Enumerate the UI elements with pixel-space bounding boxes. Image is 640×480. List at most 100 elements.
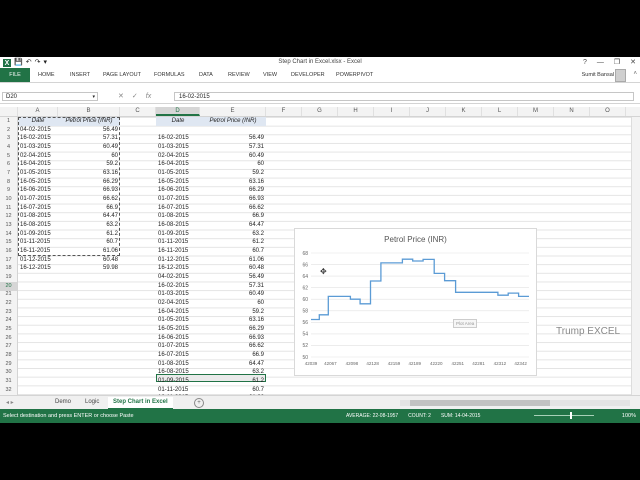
row-header[interactable]: 14 (0, 230, 17, 239)
table-d-date-cell[interactable]: 16-08-2015 (156, 368, 200, 377)
stat-sum[interactable]: SUM: 14-04-2015 (441, 412, 480, 420)
table-a-price-cell[interactable]: 60.7 (58, 238, 120, 247)
table-d-header-date[interactable]: Date (156, 117, 200, 126)
table-d-date-cell[interactable]: 16-05-2015 (156, 178, 200, 187)
table-d-price-cell[interactable]: 61.2 (200, 238, 266, 247)
insert-function-icon[interactable]: fx (146, 92, 151, 102)
table-d-date-cell[interactable]: 16-07-2015 (156, 204, 200, 213)
table-d-date-cell[interactable]: 01-07-2015 (156, 195, 200, 204)
row-header[interactable]: 29 (0, 360, 17, 369)
column-header[interactable]: I (374, 107, 410, 116)
sheet-tab-logic[interactable]: Logic (80, 397, 104, 408)
add-sheet-button[interactable]: + (194, 398, 204, 408)
table-d-date-cell[interactable]: 01-05-2015 (156, 316, 200, 325)
table-a-price-cell[interactable]: 64.47 (58, 212, 120, 221)
zoom-level[interactable]: 100% (622, 412, 636, 420)
table-d-date-cell[interactable]: 04-02-2015 (156, 273, 200, 282)
avatar[interactable] (615, 69, 626, 82)
worksheet-grid[interactable]: A B C D E F G H I J K L M N O 1234567891… (0, 107, 640, 403)
table-a-date-cell[interactable]: 16-08-2015 (18, 221, 58, 230)
table-a-header-price[interactable]: Petrol Price (INR) (58, 117, 120, 126)
row-header[interactable]: 21 (0, 290, 17, 299)
table-d-date-cell[interactable]: 16-12-2015 (156, 264, 200, 273)
tab-file[interactable]: FILE (0, 68, 30, 82)
table-d-date-cell[interactable]: 02-04-2015 (156, 152, 200, 161)
minimize-button[interactable]: — (597, 57, 604, 68)
row-header[interactable]: 24 (0, 316, 17, 325)
table-a-price-cell[interactable]: 57.31 (58, 134, 120, 143)
table-d-price-cell[interactable]: 59.2 (200, 169, 266, 178)
horizontal-scrollbar[interactable] (400, 400, 630, 406)
enter-icon[interactable]: ✓ (132, 92, 138, 102)
column-header[interactable]: C (120, 107, 156, 116)
close-button[interactable]: ✕ (630, 57, 636, 68)
table-a-price-cell[interactable]: 60 (58, 152, 120, 161)
table-a-price-cell[interactable]: 63.16 (58, 169, 120, 178)
table-d-price-cell[interactable]: 66.9 (200, 351, 266, 360)
table-a-date-cell[interactable]: 01-05-2015 (18, 169, 58, 178)
scroll-thumb[interactable] (410, 400, 550, 406)
tab-powerpivot[interactable]: POWERPIVOT (336, 71, 373, 79)
formula-input[interactable]: 16-02-2015 (174, 92, 634, 101)
table-d-price-cell[interactable]: 61.06 (200, 256, 266, 265)
help-button[interactable]: ? (583, 57, 587, 68)
table-d-price-cell[interactable]: 57.31 (200, 143, 266, 152)
table-d-date-cell[interactable]: 16-11-2015 (156, 247, 200, 256)
table-a-date-cell[interactable]: 01-07-2015 (18, 195, 58, 204)
table-d-date-cell[interactable]: 01-08-2015 (156, 360, 200, 369)
table-d-date-cell[interactable]: 01-03-2015 (156, 143, 200, 152)
table-d-price-cell[interactable]: 66.29 (200, 325, 266, 334)
row-header[interactable]: 31 (0, 377, 17, 386)
table-d-price-cell[interactable]: 66.9 (200, 212, 266, 221)
table-d-date-cell[interactable]: 01-05-2015 (156, 169, 200, 178)
row-header[interactable]: 8 (0, 178, 17, 187)
table-a-price-cell[interactable]: 61.06 (58, 247, 120, 256)
column-header[interactable]: E (200, 107, 266, 116)
tab-developer[interactable]: DEVELOPER (291, 71, 325, 79)
stat-count[interactable]: COUNT: 2 (408, 412, 431, 420)
table-a-date-cell[interactable]: 01-08-2015 (18, 212, 58, 221)
row-header[interactable]: 10 (0, 195, 17, 204)
stat-average[interactable]: AVERAGE: 22-08-1957 (346, 412, 398, 420)
table-d-price-cell[interactable]: 59.2 (200, 308, 266, 317)
table-d-price-cell[interactable]: 63.2 (200, 368, 266, 377)
table-d-price-cell[interactable]: 64.47 (200, 221, 266, 230)
table-d-date-cell[interactable]: 01-03-2015 (156, 290, 200, 299)
select-all-corner[interactable] (0, 107, 18, 116)
table-d-price-cell[interactable]: 60.7 (200, 386, 266, 395)
row-header[interactable]: 5 (0, 152, 17, 161)
table-d-date-cell[interactable]: 16-04-2015 (156, 308, 200, 317)
table-a-price-cell[interactable]: 66.29 (58, 178, 120, 187)
table-a-date-cell[interactable]: 16-07-2015 (18, 204, 58, 213)
tab-home[interactable]: HOME (38, 71, 55, 79)
column-header[interactable]: B (58, 107, 120, 116)
table-a-date-cell[interactable]: 16-02-2015 (18, 134, 58, 143)
table-d-price-cell[interactable]: 66.93 (200, 195, 266, 204)
table-d-price-cell[interactable]: 63.2 (200, 230, 266, 239)
column-header[interactable]: M (518, 107, 554, 116)
table-a-header-date[interactable]: Date (18, 117, 58, 126)
table-d-date-cell[interactable]: 01-12-2015 (156, 256, 200, 265)
sheet-tab-demo[interactable]: Demo (50, 397, 76, 408)
table-a-date-cell[interactable]: 16-06-2015 (18, 186, 58, 195)
table-d-date-cell[interactable]: 01-11-2015 (156, 386, 200, 395)
column-header[interactable]: L (482, 107, 518, 116)
column-header[interactable]: G (302, 107, 338, 116)
table-a-price-cell[interactable]: 60.48 (58, 256, 120, 265)
table-d-date-cell[interactable]: 02-04-2015 (156, 299, 200, 308)
cancel-icon[interactable]: ✕ (118, 92, 124, 102)
table-a-price-cell[interactable]: 56.49 (58, 126, 120, 135)
table-d-date-cell[interactable]: 16-06-2015 (156, 186, 200, 195)
row-header[interactable]: 30 (0, 368, 17, 377)
table-d-price-cell[interactable]: 60.49 (200, 152, 266, 161)
row-header[interactable]: 20 (0, 281, 17, 291)
row-header[interactable]: 2 (0, 126, 17, 135)
row-header[interactable]: 28 (0, 351, 17, 360)
table-a-price-cell[interactable]: 59.2 (58, 160, 120, 169)
table-a-price-cell[interactable]: 60.49 (58, 143, 120, 152)
table-d-date-cell[interactable]: 16-02-2015 (156, 282, 200, 291)
table-a-date-cell[interactable]: 01-09-2015 (18, 230, 58, 239)
table-d-price-cell[interactable]: 63.16 (200, 316, 266, 325)
table-d-price-cell[interactable]: 56.49 (200, 273, 266, 282)
table-a-price-cell[interactable]: 61.2 (58, 230, 120, 239)
